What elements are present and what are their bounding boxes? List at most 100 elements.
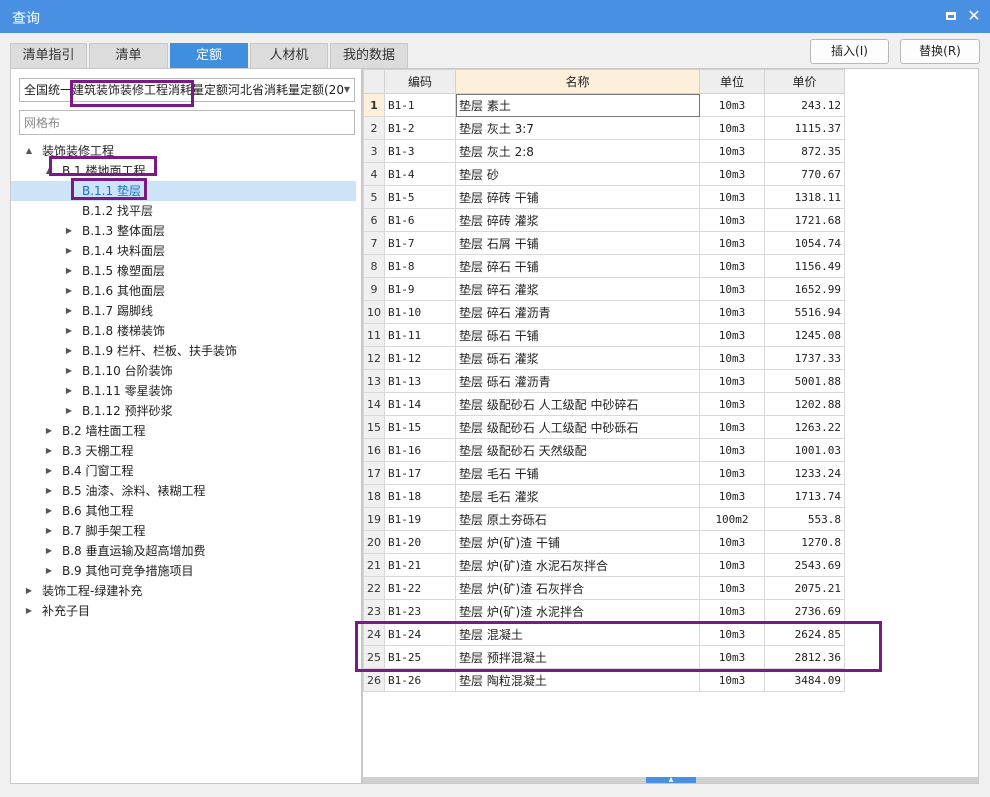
name-cell[interactable]: 垫层 砾石 灌浆 — [455, 346, 700, 370]
name-cell[interactable]: 垫层 炉(矿)渣 干铺 — [455, 530, 700, 554]
code-cell[interactable]: B1-15 — [384, 415, 456, 439]
tree-node[interactable]: ▶ B.1.6 其他面层 — [11, 281, 356, 301]
tree-node[interactable]: ▶ B.1.4 块料面层 — [11, 241, 356, 261]
table-row[interactable]: 10 B1-10 垫层 碎石 灌沥青 10m3 5516.94 — [363, 300, 845, 324]
tree-node[interactable]: ▶ B.3 天棚工程 — [11, 441, 356, 461]
collapse-toggle-icon[interactable]: ▶ — [44, 541, 54, 561]
unit-cell[interactable]: 10m3 — [699, 162, 765, 186]
code-cell[interactable]: B1-6 — [384, 208, 456, 232]
price-cell[interactable]: 1737.33 — [764, 346, 845, 370]
code-cell[interactable]: B1-12 — [384, 346, 456, 370]
tree-node[interactable]: ▶ B.1.10 台阶装饰 — [11, 361, 356, 381]
code-cell[interactable]: B1-19 — [384, 507, 456, 531]
unit-cell[interactable]: 10m3 — [699, 323, 765, 347]
code-cell[interactable]: B1-20 — [384, 530, 456, 554]
unit-cell[interactable]: 10m3 — [699, 254, 765, 278]
code-cell[interactable]: B1-17 — [384, 461, 456, 485]
splitter-handle-icon[interactable]: ▲ — [646, 777, 696, 783]
table-row[interactable]: 2 B1-2 垫层 灰土 3:7 10m3 1115.37 — [363, 116, 845, 140]
unit-cell[interactable]: 10m3 — [699, 93, 765, 117]
table-row[interactable]: 15 B1-15 垫层 级配砂石 人工级配 中砂砾石 10m3 1263.22 — [363, 415, 845, 439]
price-cell[interactable]: 553.8 — [764, 507, 845, 531]
row-index-cell[interactable]: 26 — [363, 668, 385, 692]
table-row[interactable]: 16 B1-16 垫层 级配砂石 天然级配 10m3 1001.03 — [363, 438, 845, 462]
collapse-toggle-icon[interactable]: ▶ — [24, 601, 34, 621]
table-row[interactable]: 19 B1-19 垫层 原土夯砾石 100m2 553.8 — [363, 507, 845, 531]
tree-node[interactable]: ▶ B.8 垂直运输及超高增加费 — [11, 541, 356, 561]
price-cell[interactable]: 5001.88 — [764, 369, 845, 393]
code-cell[interactable]: B1-16 — [384, 438, 456, 462]
table-row[interactable]: 24 B1-24 垫层 混凝土 10m3 2624.85 — [363, 622, 845, 646]
unit-cell[interactable]: 10m3 — [699, 438, 765, 462]
name-cell[interactable]: 垫层 灰土 2:8 — [455, 139, 700, 163]
name-cell[interactable]: 垫层 碎石 灌浆 — [455, 277, 700, 301]
tab-labor-material-machine[interactable]: 人材机 — [250, 43, 328, 68]
table-row[interactable]: 25 B1-25 垫层 预拌混凝土 10m3 2812.36 — [363, 645, 845, 669]
row-index-cell[interactable]: 10 — [363, 300, 385, 324]
tree-node[interactable]: ▶ 装饰工程-绿建补充 — [11, 581, 356, 601]
name-cell[interactable]: 垫层 砂 — [455, 162, 700, 186]
table-row[interactable]: 3 B1-3 垫层 灰土 2:8 10m3 872.35 — [363, 139, 845, 163]
unit-cell[interactable]: 10m3 — [699, 645, 765, 669]
code-cell[interactable]: B1-7 — [384, 231, 456, 255]
collapse-toggle-icon[interactable]: ▶ — [64, 281, 74, 301]
table-row[interactable]: 26 B1-26 垫层 陶粒混凝土 10m3 3484.09 — [363, 668, 845, 692]
table-row[interactable]: 23 B1-23 垫层 炉(矿)渣 水泥拌合 10m3 2736.69 — [363, 599, 845, 623]
row-index-cell[interactable]: 21 — [363, 553, 385, 577]
table-row[interactable]: 18 B1-18 垫层 毛石 灌浆 10m3 1713.74 — [363, 484, 845, 508]
collapse-toggle-icon[interactable]: ▶ — [64, 361, 74, 381]
code-cell[interactable]: B1-26 — [384, 668, 456, 692]
price-cell[interactable]: 2624.85 — [764, 622, 845, 646]
unit-cell[interactable]: 10m3 — [699, 116, 765, 140]
tree-node[interactable]: ▶ B.9 其他可竞争措施项目 — [11, 561, 356, 581]
row-index-cell[interactable]: 15 — [363, 415, 385, 439]
code-cell[interactable]: B1-14 — [384, 392, 456, 416]
row-index-cell[interactable]: 18 — [363, 484, 385, 508]
price-cell[interactable]: 1652.99 — [764, 277, 845, 301]
column-header-name[interactable]: 名称 — [455, 69, 700, 94]
search-input[interactable] — [19, 110, 355, 135]
collapse-toggle-icon[interactable]: ▶ — [44, 441, 54, 461]
collapse-toggle-icon[interactable]: ▶ — [64, 221, 74, 241]
code-cell[interactable]: B1-9 — [384, 277, 456, 301]
tree-node[interactable]: ▲ B.1 楼地面工程 — [11, 161, 356, 181]
name-cell[interactable]: 垫层 石屑 干铺 — [455, 231, 700, 255]
row-index-cell[interactable]: 23 — [363, 599, 385, 623]
unit-cell[interactable]: 10m3 — [699, 599, 765, 623]
price-cell[interactable]: 1115.37 — [764, 116, 845, 140]
table-row[interactable]: 22 B1-22 垫层 炉(矿)渣 石灰拌合 10m3 2075.21 — [363, 576, 845, 600]
tab-bill[interactable]: 清单 — [89, 43, 168, 68]
price-cell[interactable]: 5516.94 — [764, 300, 845, 324]
name-cell[interactable]: 垫层 混凝土 — [455, 622, 700, 646]
code-cell[interactable]: B1-3 — [384, 139, 456, 163]
tab-quota[interactable]: 定额 — [170, 43, 248, 68]
row-index-cell[interactable]: 3 — [363, 139, 385, 163]
code-cell[interactable]: B1-18 — [384, 484, 456, 508]
price-cell[interactable]: 2736.69 — [764, 599, 845, 623]
row-index-cell[interactable]: 20 — [363, 530, 385, 554]
quota-library-select[interactable]: 全国统一建筑装饰装修工程消耗量定额河北省消耗量定额(20 ▼ — [19, 78, 355, 102]
unit-cell[interactable]: 10m3 — [699, 530, 765, 554]
collapse-toggle-icon[interactable]: ▶ — [44, 561, 54, 581]
row-index-cell[interactable]: 8 — [363, 254, 385, 278]
table-row[interactable]: 1 B1-1 垫层 素土 10m3 243.12 — [363, 93, 845, 117]
unit-cell[interactable]: 10m3 — [699, 553, 765, 577]
table-row[interactable]: 11 B1-11 垫层 砾石 干铺 10m3 1245.08 — [363, 323, 845, 347]
code-cell[interactable]: B1-11 — [384, 323, 456, 347]
code-cell[interactable]: B1-23 — [384, 599, 456, 623]
price-cell[interactable]: 1054.74 — [764, 231, 845, 255]
row-index-cell[interactable]: 6 — [363, 208, 385, 232]
unit-cell[interactable]: 10m3 — [699, 185, 765, 209]
row-index-cell[interactable]: 2 — [363, 116, 385, 140]
price-cell[interactable]: 1713.74 — [764, 484, 845, 508]
price-cell[interactable]: 1263.22 — [764, 415, 845, 439]
table-row[interactable]: 5 B1-5 垫层 碎砖 干铺 10m3 1318.11 — [363, 185, 845, 209]
price-cell[interactable]: 1001.03 — [764, 438, 845, 462]
tree-node[interactable]: ▶ B.1.11 零星装饰 — [11, 381, 356, 401]
collapse-toggle-icon[interactable]: ▶ — [64, 381, 74, 401]
code-cell[interactable]: B1-1 — [384, 93, 456, 117]
code-cell[interactable]: B1-5 — [384, 185, 456, 209]
tree-node[interactable]: B.1.2 找平层 — [11, 201, 356, 221]
row-index-cell[interactable]: 16 — [363, 438, 385, 462]
table-row[interactable]: 12 B1-12 垫层 砾石 灌浆 10m3 1737.33 — [363, 346, 845, 370]
